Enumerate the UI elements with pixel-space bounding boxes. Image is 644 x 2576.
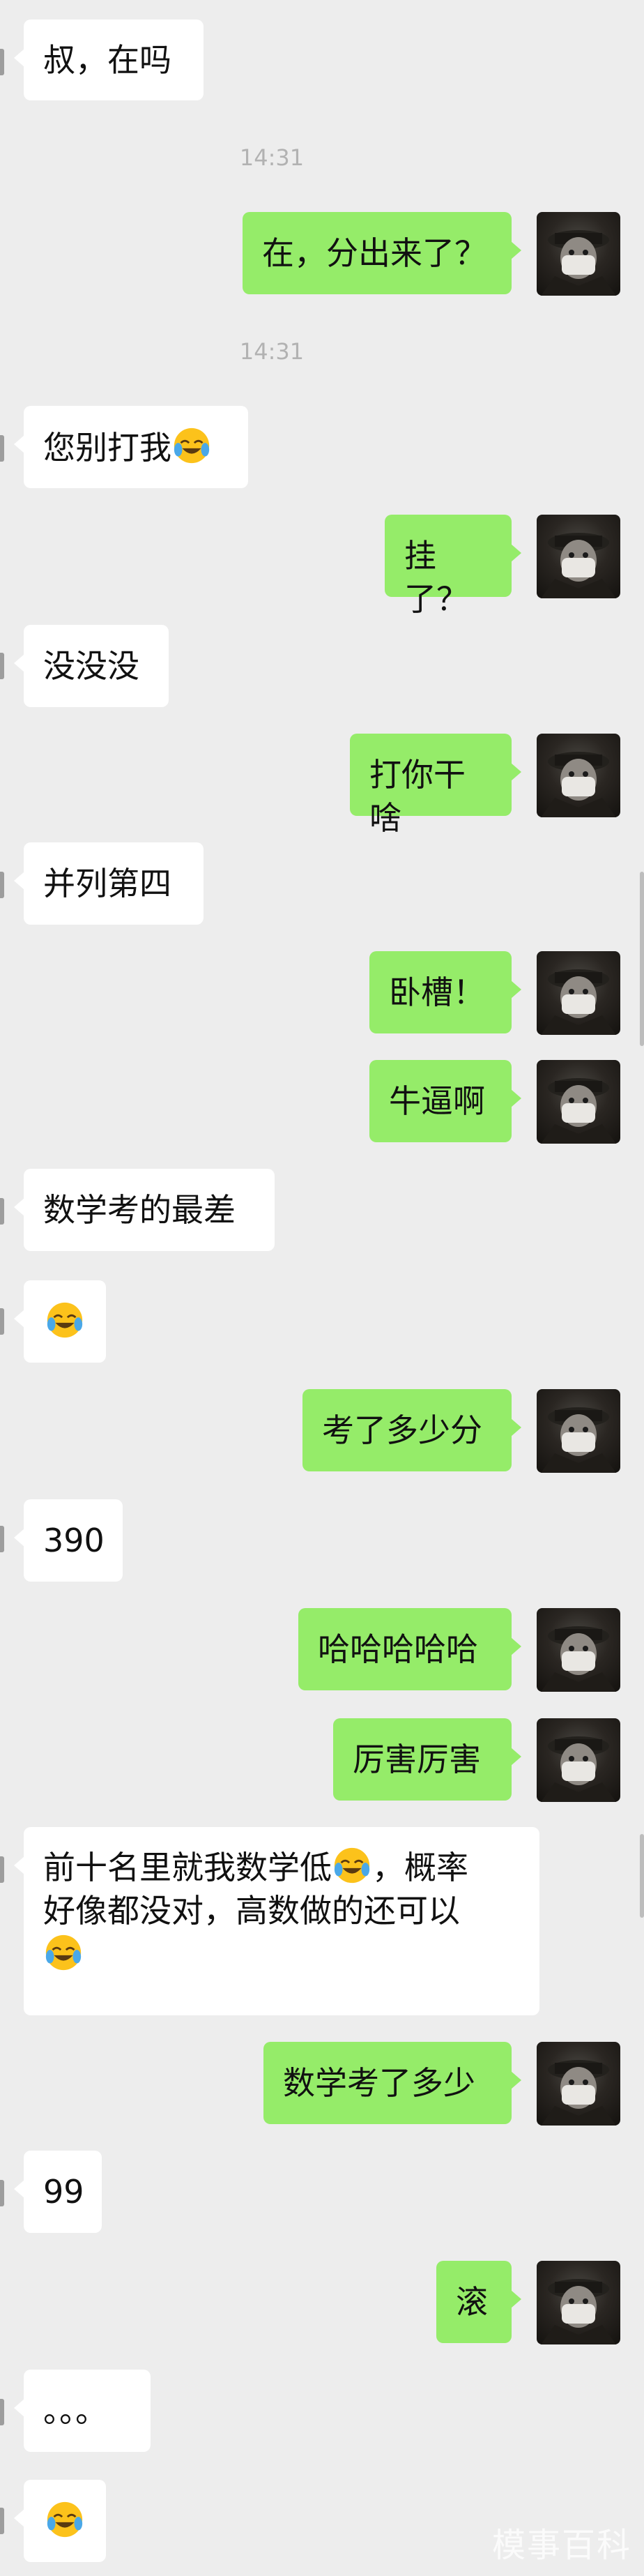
message-line: 前十名里就我数学低 ，概率	[43, 1845, 520, 1889]
message-text: 没没没	[43, 647, 139, 685]
laughing-crying-emoji-icon	[47, 1302, 83, 1338]
message-text: 数学考了多少	[283, 2064, 475, 2102]
outgoing-message-bubble[interactable]: 挂了？	[385, 515, 521, 618]
masked-soldier-avatar-icon[interactable]	[537, 1389, 620, 1473]
scroll-stub	[0, 49, 4, 75]
message-text: 。。。	[43, 2392, 107, 2430]
scroll-stub	[0, 1856, 4, 1883]
timestamp: 14:31	[239, 144, 305, 171]
message-text: 考了多少分	[322, 1411, 482, 1449]
outgoing-message-bubble[interactable]: 牛逼啊	[369, 1060, 521, 1142]
message-text: 厉害厉害	[353, 1741, 481, 1778]
message-line: 好像都没对，高数做的还可以	[43, 1889, 520, 1932]
masked-soldier-avatar-icon[interactable]	[537, 515, 620, 598]
incoming-message-bubble[interactable]: 390	[14, 1499, 123, 1582]
message-text: 前十名里就我数学低	[43, 1849, 332, 1886]
outgoing-message-bubble[interactable]: 哈哈哈哈哈	[298, 1608, 521, 1690]
incoming-message-bubble[interactable]: 叔，在吗	[14, 20, 204, 100]
message-text: 打你干啥	[369, 756, 466, 837]
scroll-stub	[0, 2399, 4, 2425]
message-text: 并列第四	[43, 865, 171, 902]
message-line	[43, 1932, 520, 1976]
outgoing-message-bubble[interactable]: 考了多少分	[302, 1389, 521, 1471]
incoming-message-bubble[interactable]: 并列第四	[14, 842, 204, 925]
laughing-crying-emoji-icon	[47, 2501, 83, 2538]
laughing-crying-emoji-icon	[45, 1934, 82, 1971]
message-text: 卧槽！	[389, 973, 485, 1011]
incoming-message-bubble[interactable]: 您别打我	[14, 406, 248, 488]
masked-soldier-avatar-icon[interactable]	[537, 1718, 620, 1802]
message-text: 您别打我	[43, 429, 171, 467]
scroll-stub	[0, 872, 4, 898]
laughing-crying-emoji-icon	[334, 1847, 370, 1884]
masked-soldier-avatar-icon[interactable]	[537, 212, 620, 296]
incoming-message-bubble[interactable]: 数学考的最差	[14, 1169, 275, 1251]
scroll-stub	[0, 1526, 4, 1552]
incoming-message-bubble[interactable]	[14, 2480, 106, 2562]
message-text: 99	[43, 2173, 84, 2211]
message-text: 挂了？	[404, 537, 468, 618]
message-text: 数学考的最差	[43, 1191, 236, 1229]
outgoing-message-bubble[interactable]: 数学考了多少	[263, 2042, 521, 2124]
message-text: 390	[43, 1522, 105, 1559]
masked-soldier-avatar-icon[interactable]	[537, 1060, 620, 1144]
outgoing-message-bubble[interactable]: 厉害厉害	[333, 1718, 521, 1801]
message-text: ，概率	[372, 1849, 468, 1886]
scroll-stub	[0, 653, 4, 679]
incoming-message-bubble[interactable]: 。。。	[14, 2370, 151, 2452]
scroll-stub	[0, 2180, 4, 2206]
outgoing-message-bubble[interactable]: 滚	[436, 2261, 521, 2343]
message-text: 在，分出来了？	[262, 234, 486, 272]
incoming-message-bubble[interactable]: 没没没	[14, 625, 169, 707]
incoming-message-bubble[interactable]: 前十名里就我数学低 ，概率好像都没对，高数做的还可以	[14, 1827, 539, 2015]
masked-soldier-avatar-icon[interactable]	[537, 1608, 620, 1692]
outgoing-message-bubble[interactable]: 卧槽！	[369, 951, 521, 1033]
outgoing-message-bubble[interactable]: 打你干啥	[350, 734, 521, 837]
masked-soldier-avatar-icon[interactable]	[537, 951, 620, 1035]
scroll-stub	[0, 1308, 4, 1335]
message-text: 好像都没对，高数做的还可以	[43, 1892, 460, 1930]
outgoing-message-bubble[interactable]: 在，分出来了？	[243, 212, 521, 294]
scroll-stub	[0, 435, 4, 462]
chat-area: 叔，在吗 14:31 在，分出来了？ 14:31 您别打我 挂了？ 没没没 打你…	[0, 0, 644, 2576]
scroll-stub	[0, 1198, 4, 1225]
masked-soldier-avatar-icon[interactable]	[537, 734, 620, 817]
message-text: 哈哈哈哈哈	[318, 1630, 478, 1668]
scroll-stub	[0, 2508, 4, 2534]
incoming-message-bubble[interactable]: 99	[14, 2151, 102, 2233]
scrollbar-thumb[interactable]	[640, 1834, 644, 1918]
incoming-message-bubble[interactable]	[14, 1280, 106, 1363]
message-text: 叔，在吗	[43, 41, 171, 79]
timestamp: 14:31	[239, 338, 305, 365]
masked-soldier-avatar-icon[interactable]	[537, 2261, 620, 2344]
laughing-crying-emoji-icon	[174, 427, 210, 464]
watermark: 模事百科	[491, 2526, 631, 2565]
message-text: 牛逼啊	[389, 1082, 485, 1120]
scrollbar-thumb[interactable]	[640, 872, 644, 1046]
message-text: 滚	[456, 2283, 488, 2321]
masked-soldier-avatar-icon[interactable]	[537, 2042, 620, 2126]
